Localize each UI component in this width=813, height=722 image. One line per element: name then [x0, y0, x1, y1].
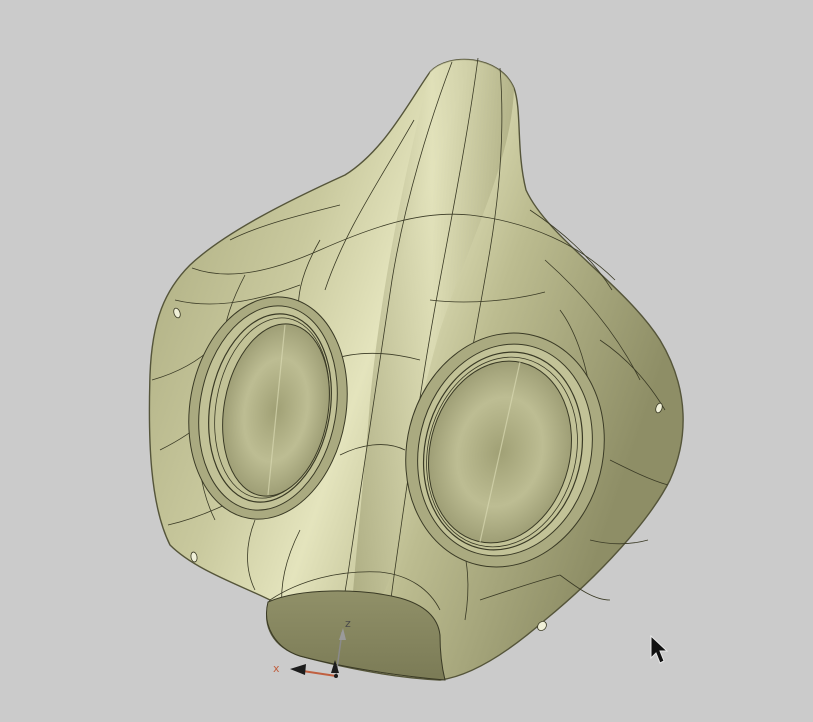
triad-origin: [334, 674, 338, 678]
x-axis-arrow: [290, 664, 306, 675]
3d-viewport[interactable]: x z: [0, 0, 813, 722]
z-axis-label: z: [345, 617, 351, 630]
x-axis-label: x: [273, 662, 280, 675]
mouse-pointer-icon: [650, 634, 669, 664]
viewport-canvas[interactable]: x z: [0, 0, 813, 722]
mask-model[interactable]: [148, 57, 684, 681]
